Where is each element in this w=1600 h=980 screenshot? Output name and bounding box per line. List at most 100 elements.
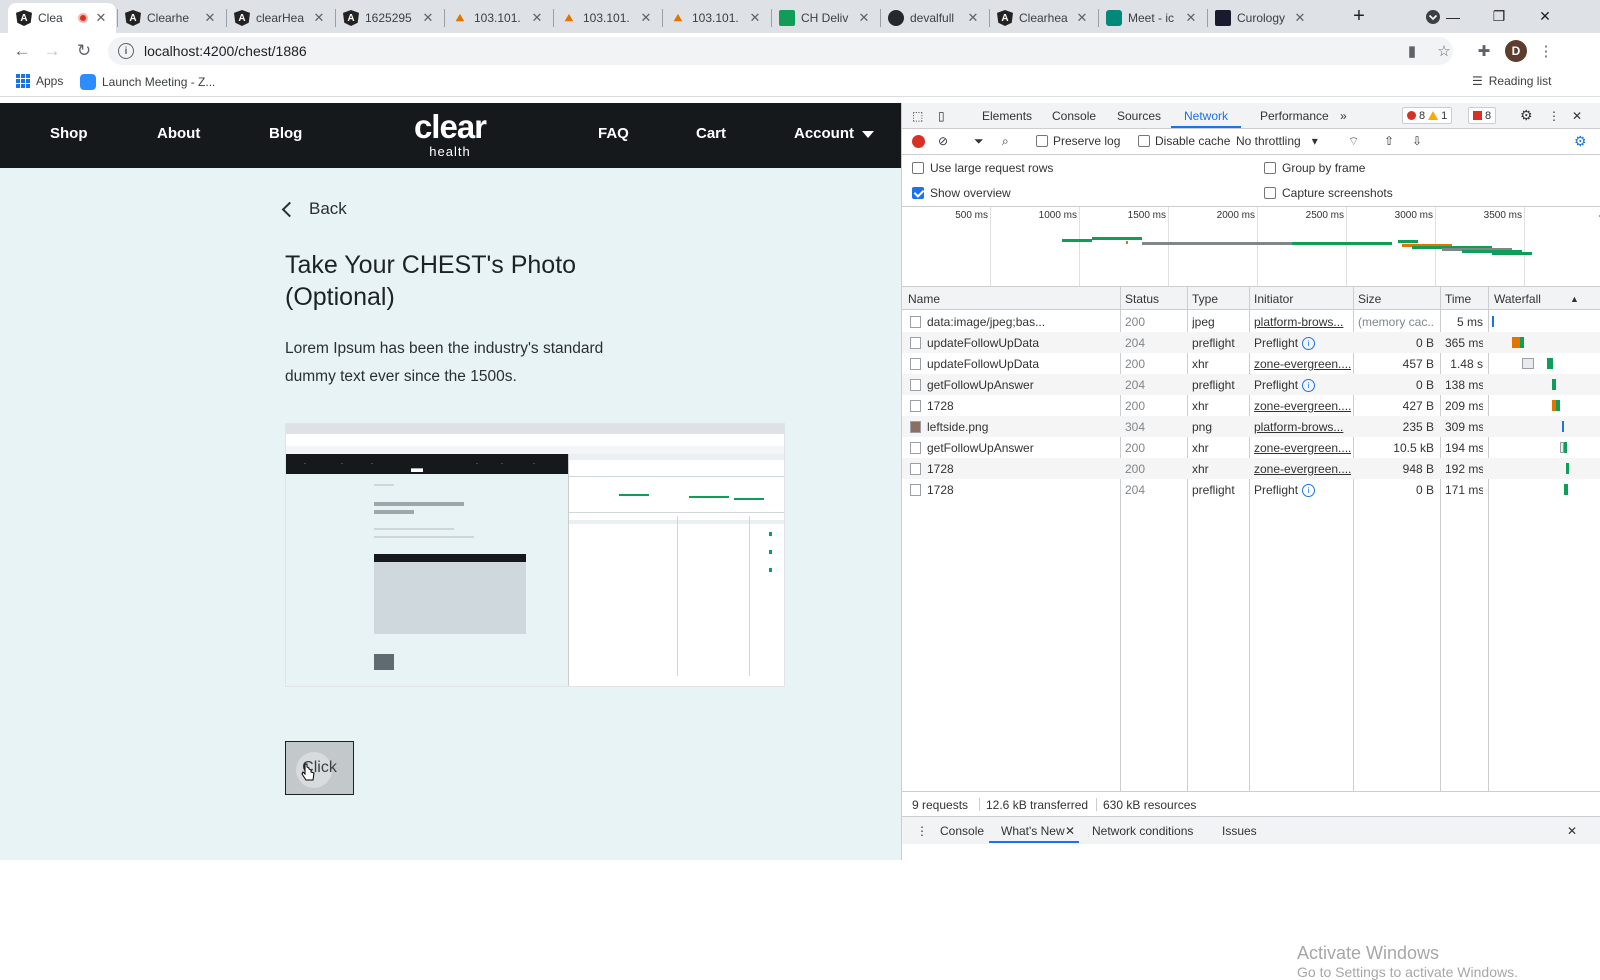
new-tab-button[interactable]: +	[1336, 0, 1382, 33]
settings-gear-icon[interactable]: ⚙	[1520, 107, 1533, 124]
close-tab-icon[interactable]: ✕	[94, 10, 108, 26]
close-tab-icon[interactable]: ✕	[312, 10, 326, 26]
request-row[interactable]: leftside.png 304 png platform-brows... 235 B…	[902, 416, 1600, 437]
click-button[interactable]: Click	[285, 741, 354, 795]
request-row[interactable]: data:image/jpeg;bas... 200 jpeg platform-br…	[902, 311, 1600, 332]
col-time[interactable]: Time	[1445, 292, 1471, 306]
browser-tab[interactable]: devalfull ✕	[880, 3, 988, 33]
close-tab-icon[interactable]: ✕	[203, 10, 217, 26]
error-warning-counter[interactable]: 8 1	[1402, 107, 1453, 124]
device-toolbar-icon[interactable]: ▯	[938, 109, 945, 123]
browser-tab[interactable]: A Clearhea ✕	[989, 3, 1097, 33]
nav-about[interactable]: About	[157, 125, 200, 142]
close-tab-icon[interactable]: ✕	[639, 10, 653, 26]
close-tab-icon[interactable]: ✕	[966, 10, 980, 26]
col-name[interactable]: Name	[908, 292, 940, 306]
browser-tab[interactable]: CH Deliv ✕	[771, 3, 879, 33]
request-row[interactable]: updateFollowUpData 200 xhr zone-evergreen..…	[902, 353, 1600, 374]
inspect-element-icon[interactable]: ⬚	[912, 109, 923, 123]
reading-list-bookmark[interactable]: ☰ Reading list	[1472, 74, 1551, 88]
drawer-tab-console[interactable]: Console	[940, 824, 984, 838]
tab-elements[interactable]: Elements	[982, 109, 1032, 123]
large-rows-option[interactable]: Use large request rows	[912, 161, 1053, 175]
close-tab-icon[interactable]: ✕	[1184, 10, 1198, 26]
filter-icon[interactable]: ⏷	[974, 134, 984, 149]
preserve-log-box[interactable]	[1036, 135, 1048, 147]
cell-initiator[interactable]: zone-evergreen....	[1254, 399, 1351, 413]
url-text[interactable]: localhost:4200/chest/1886	[144, 43, 307, 59]
preflight-info-icon[interactable]: i	[1302, 337, 1316, 351]
profile-avatar[interactable]: D	[1504, 39, 1528, 63]
clear-health-logo[interactable]: clear health	[405, 109, 495, 159]
chrome-menu-icon[interactable]: ⋮	[1534, 39, 1558, 63]
browser-tab[interactable]: ⛰ 103.101. ✕	[444, 3, 552, 33]
close-tab-icon[interactable]: ✕	[1075, 10, 1089, 26]
col-waterfall[interactable]: Waterfall	[1494, 292, 1541, 306]
drawer-tab-network-conditions[interactable]: Network conditions	[1092, 824, 1193, 838]
group-frame-option[interactable]: Group by frame	[1264, 161, 1365, 175]
extensions-icon[interactable]: ✚	[1472, 39, 1496, 63]
nav-faq[interactable]: FAQ	[598, 125, 629, 142]
preserve-log-checkbox[interactable]: Preserve log	[1036, 134, 1120, 148]
col-type[interactable]: Type	[1192, 292, 1218, 306]
back-arrow-icon[interactable]: ←	[10, 39, 34, 63]
close-whats-new-icon[interactable]: ✕	[1065, 824, 1075, 838]
export-har-icon[interactable]: ⇩	[1412, 134, 1422, 148]
tab-performance[interactable]: Performance	[1260, 109, 1329, 123]
cell-initiator[interactable]: platform-brows...	[1254, 420, 1351, 434]
large-rows-box[interactable]	[912, 162, 924, 174]
nav-shop[interactable]: Shop	[50, 125, 88, 142]
devtools-menu-icon[interactable]: ⋮	[1548, 109, 1560, 123]
drawer-menu-icon[interactable]: ⋮	[916, 824, 928, 838]
more-tabs-button[interactable]: »	[1340, 109, 1347, 123]
cell-initiator[interactable]: platform-brows...	[1254, 315, 1351, 329]
drawer-tab-whats-new[interactable]: What's New	[1001, 824, 1065, 838]
close-tab-icon[interactable]: ✕	[748, 10, 762, 26]
tab-sources[interactable]: Sources	[1117, 109, 1161, 123]
network-overview-timeline[interactable]: 500 ms 1000 ms 1500 ms 2000 ms 2500 ms 3000 m…	[902, 207, 1600, 287]
browser-tab[interactable]: A 1625295 ✕	[335, 3, 443, 33]
throttling-select[interactable]: No throttling ▾	[1236, 134, 1318, 148]
tab-network[interactable]: Network	[1184, 109, 1228, 123]
request-row[interactable]: updateFollowUpData 204 preflight Preflight i…	[902, 332, 1600, 353]
group-frame-box[interactable]	[1264, 162, 1276, 174]
browser-tab[interactable]: ⛰ 103.101. ✕	[662, 3, 770, 33]
tab-console[interactable]: Console	[1052, 109, 1096, 123]
camera-icon[interactable]: ▮	[1400, 39, 1424, 63]
capture-screenshots-option[interactable]: Capture screenshots	[1264, 186, 1393, 200]
close-tab-icon[interactable]: ✕	[530, 10, 544, 26]
forward-arrow-icon[interactable]: →	[40, 39, 64, 63]
launch-meeting-bookmark[interactable]: Launch Meeting - Z...	[80, 74, 215, 90]
site-info-icon[interactable]: i	[118, 43, 134, 59]
bookmark-star-icon[interactable]: ☆	[1432, 39, 1456, 63]
cell-initiator[interactable]: zone-evergreen....	[1254, 441, 1351, 455]
col-size[interactable]: Size	[1358, 292, 1381, 306]
browser-tab[interactable]: Curology ✕	[1207, 3, 1315, 33]
reload-icon[interactable]: ↻	[72, 39, 96, 63]
maximize-button[interactable]: ❐	[1476, 0, 1522, 33]
col-status[interactable]: Status	[1125, 292, 1159, 306]
close-devtools-icon[interactable]: ✕	[1572, 109, 1582, 123]
drawer-tab-issues[interactable]: Issues	[1222, 824, 1257, 838]
import-har-icon[interactable]: ⇧	[1384, 134, 1394, 148]
browser-tab[interactable]: Meet - ic ✕	[1098, 3, 1206, 33]
preflight-info-icon[interactable]: i	[1302, 379, 1316, 393]
request-row[interactable]: getFollowUpAnswer 204 preflight Preflight i 0…	[902, 374, 1600, 395]
sort-up-icon[interactable]: ▲	[1570, 294, 1579, 304]
network-settings-gear-icon[interactable]: ⚙	[1574, 133, 1587, 150]
browser-tab[interactable]: A Clea ✕	[8, 3, 116, 33]
disable-cache-checkbox[interactable]: Disable cache	[1138, 134, 1230, 148]
close-tab-icon[interactable]: ✕	[421, 10, 435, 26]
clear-icon[interactable]: ⊘	[938, 134, 948, 148]
browser-tab[interactable]: ⛰ 103.101. ✕	[553, 3, 661, 33]
browser-tab[interactable]: AclearHea ✕	[226, 3, 334, 33]
close-window-button[interactable]: ✕	[1522, 0, 1568, 33]
request-row[interactable]: 1728 200 xhr zone-evergreen.... 948 B 192 ms	[902, 458, 1600, 479]
request-row[interactable]: getFollowUpAnswer 200 xhr zone-evergreen...…	[902, 437, 1600, 458]
apps-bookmark[interactable]: Apps	[16, 74, 63, 88]
capture-box[interactable]	[1264, 187, 1276, 199]
back-link[interactable]: Back	[281, 199, 347, 219]
cell-initiator[interactable]: zone-evergreen....	[1254, 357, 1351, 371]
close-tab-icon[interactable]: ✕	[857, 10, 871, 26]
cell-initiator[interactable]: zone-evergreen....	[1254, 462, 1351, 476]
